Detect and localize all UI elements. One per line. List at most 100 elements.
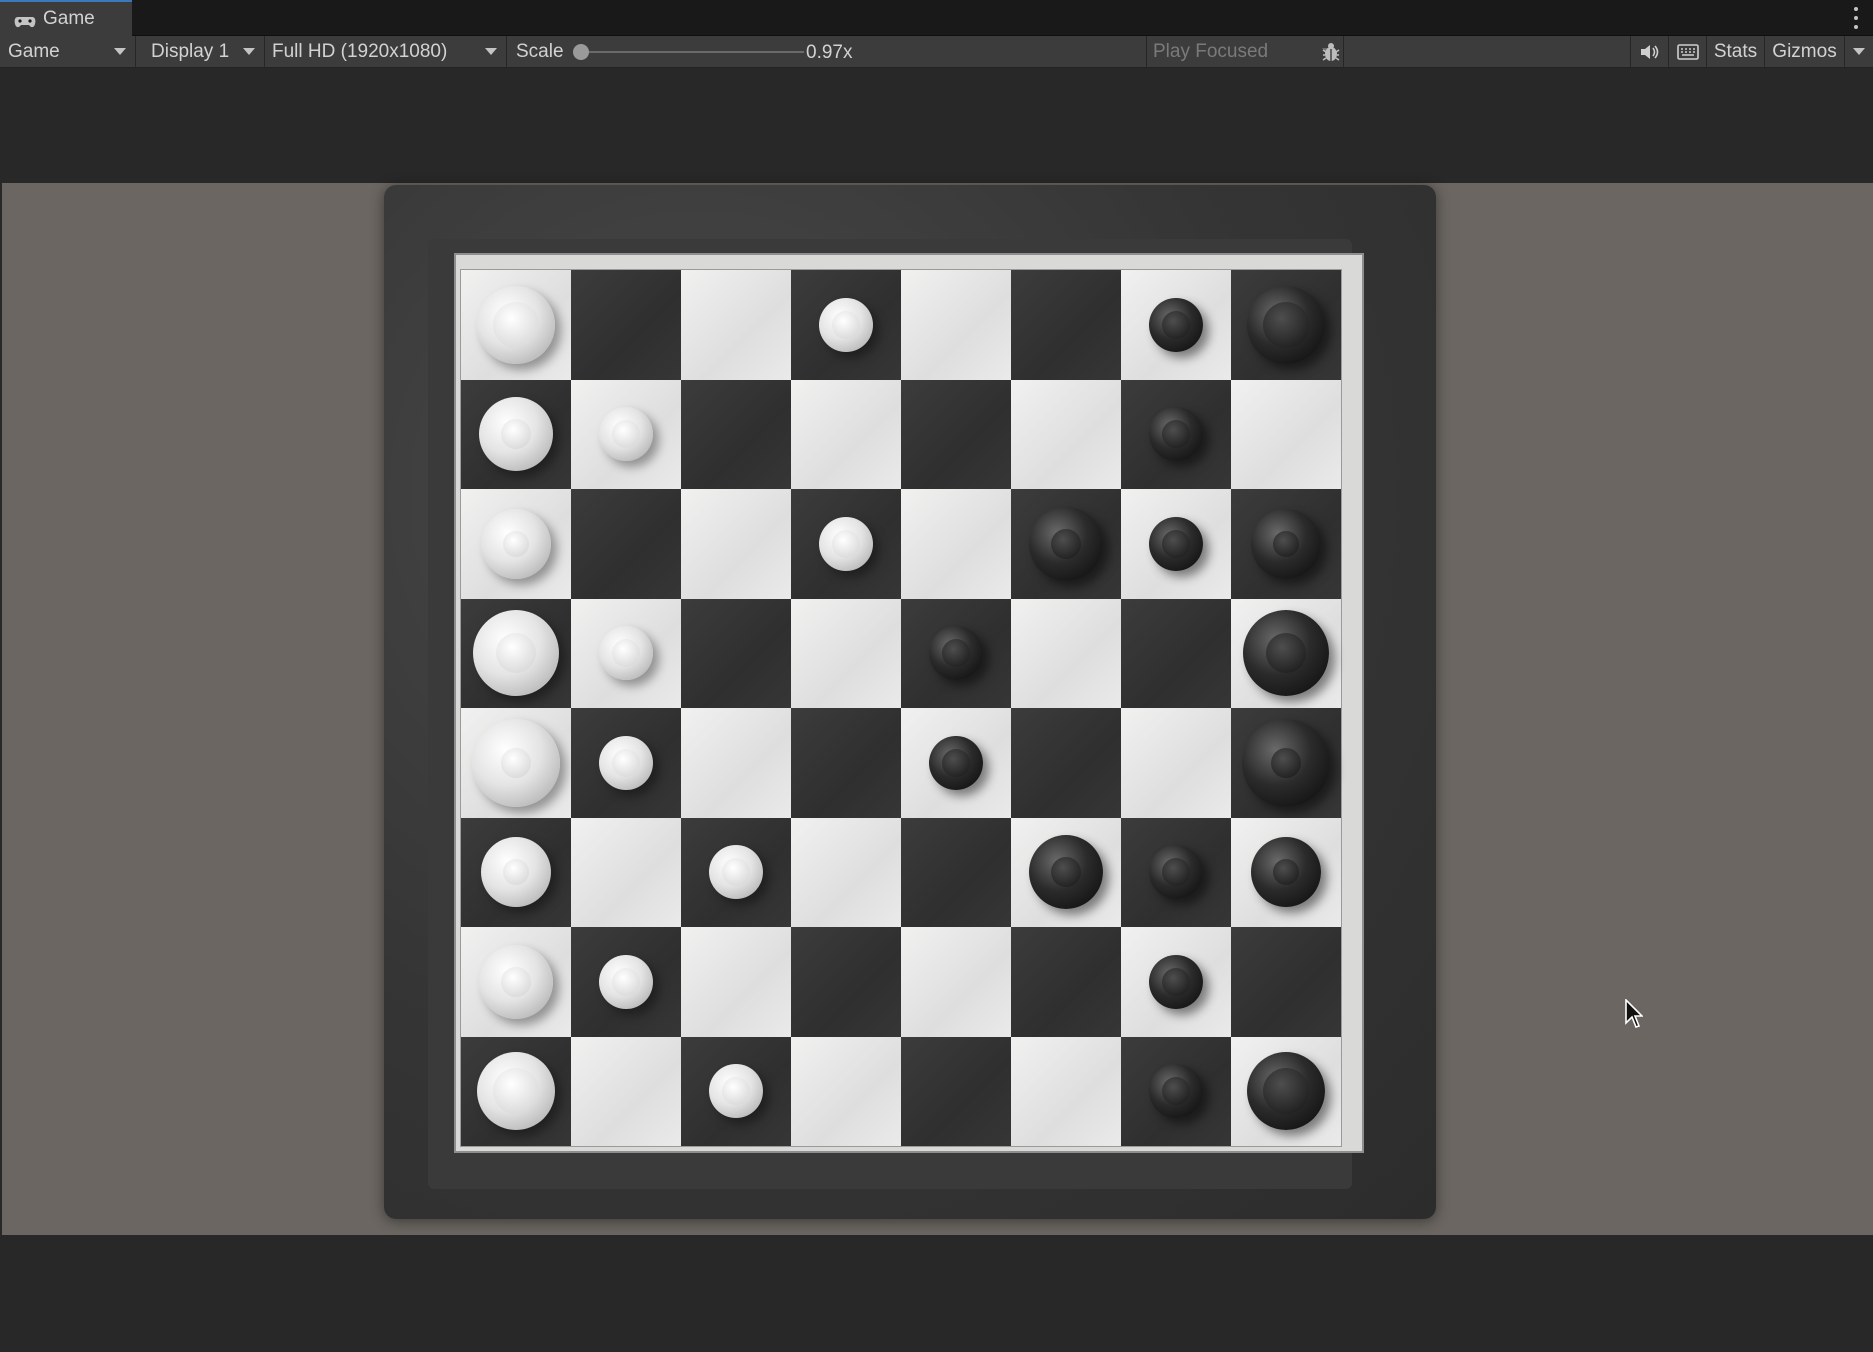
board-square[interactable]: [901, 708, 1011, 818]
board-square[interactable]: [1121, 270, 1231, 380]
board-square[interactable]: [1231, 1036, 1341, 1146]
board-square[interactable]: [1121, 1036, 1231, 1146]
board-square[interactable]: [1011, 817, 1121, 927]
black-pawn-piece[interactable]: [929, 735, 983, 790]
board-square[interactable]: [1231, 270, 1341, 380]
board-square[interactable]: [571, 489, 681, 599]
black-pawn-piece[interactable]: [1149, 516, 1203, 571]
board-square[interactable]: [791, 927, 901, 1037]
board-square[interactable]: [681, 379, 791, 489]
board-square[interactable]: [791, 1036, 901, 1146]
stats-button[interactable]: Stats: [1706, 36, 1764, 67]
black-pawn-piece[interactable]: [1149, 845, 1203, 900]
black-pawn-piece[interactable]: [1149, 297, 1203, 352]
board-square[interactable]: [791, 270, 901, 380]
black-knight-piece[interactable]: [1029, 506, 1103, 581]
game-viewport[interactable]: [2, 183, 1873, 1235]
keyboard-shortcuts-button[interactable]: [1668, 36, 1706, 67]
board-square[interactable]: [571, 1036, 681, 1146]
black-rook-piece[interactable]: [1247, 285, 1325, 364]
black-pawn-piece[interactable]: [929, 626, 983, 681]
resolution-dropdown[interactable]: Full HD (1920x1080): [266, 36, 507, 67]
board-square[interactable]: [681, 489, 791, 599]
board-square[interactable]: [571, 270, 681, 380]
board-square[interactable]: [901, 270, 1011, 380]
white-pawn-piece[interactable]: [599, 407, 653, 462]
board-square[interactable]: [901, 598, 1011, 708]
board-square[interactable]: [901, 489, 1011, 599]
white-pawn-piece[interactable]: [599, 954, 653, 1009]
board-square[interactable]: [1231, 817, 1341, 927]
black-bishop-piece[interactable]: [1251, 508, 1321, 579]
display-dropdown[interactable]: Display 1: [137, 36, 265, 67]
board-square[interactable]: [1231, 379, 1341, 489]
board-square[interactable]: [901, 1036, 1011, 1146]
board-square[interactable]: [681, 708, 791, 818]
board-square[interactable]: [1231, 708, 1341, 818]
board-square[interactable]: [1231, 927, 1341, 1037]
board-square[interactable]: [461, 270, 571, 380]
white-pawn-piece[interactable]: [599, 735, 653, 790]
board-square[interactable]: [1011, 598, 1121, 708]
white-bishop-piece[interactable]: [481, 508, 551, 579]
white-pawn-piece[interactable]: [599, 626, 653, 681]
board-square[interactable]: [681, 1036, 791, 1146]
white-pawn-piece[interactable]: [709, 1064, 763, 1119]
tab-game[interactable]: Game: [0, 0, 132, 36]
white-rook-piece[interactable]: [477, 285, 555, 364]
board-square[interactable]: [1011, 270, 1121, 380]
bug-button[interactable]: [1311, 36, 1351, 67]
board-square[interactable]: [461, 927, 571, 1037]
board-square[interactable]: [1121, 379, 1231, 489]
board-square[interactable]: [461, 1036, 571, 1146]
white-pawn-piece[interactable]: [819, 516, 873, 571]
board-square[interactable]: [571, 927, 681, 1037]
board-square[interactable]: [461, 598, 571, 708]
board-square[interactable]: [571, 708, 681, 818]
board-square[interactable]: [1121, 489, 1231, 599]
white-rook-piece[interactable]: [477, 1052, 555, 1131]
chessboard[interactable]: [460, 269, 1342, 1147]
white-king-piece[interactable]: [472, 718, 560, 807]
board-square[interactable]: [791, 817, 901, 927]
white-queen-piece[interactable]: [473, 610, 559, 697]
board-square[interactable]: [1121, 598, 1231, 708]
black-pawn-piece[interactable]: [1149, 954, 1203, 1009]
board-square[interactable]: [571, 817, 681, 927]
black-knight-piece[interactable]: [1029, 835, 1103, 910]
mute-audio-button[interactable]: [1630, 36, 1668, 67]
white-knight-piece[interactable]: [479, 944, 553, 1019]
white-pawn-piece[interactable]: [819, 297, 873, 352]
board-square[interactable]: [1231, 489, 1341, 599]
board-square[interactable]: [571, 598, 681, 708]
scale-slider-track[interactable]: [580, 51, 804, 53]
board-square[interactable]: [461, 708, 571, 818]
board-square[interactable]: [1011, 379, 1121, 489]
black-pawn-piece[interactable]: [1149, 1064, 1203, 1119]
board-square[interactable]: [681, 270, 791, 380]
board-square[interactable]: [1011, 927, 1121, 1037]
black-pawn-piece[interactable]: [1149, 407, 1203, 462]
white-bishop-piece[interactable]: [481, 837, 551, 908]
black-bishop-piece[interactable]: [1251, 837, 1321, 908]
board-square[interactable]: [681, 817, 791, 927]
gizmos-button[interactable]: Gizmos: [1764, 36, 1844, 67]
board-square[interactable]: [901, 927, 1011, 1037]
board-square[interactable]: [461, 817, 571, 927]
gizmos-menu-dropdown[interactable]: [1844, 36, 1873, 67]
view-mode-dropdown[interactable]: Game: [0, 36, 136, 67]
board-square[interactable]: [791, 598, 901, 708]
board-square[interactable]: [1011, 708, 1121, 818]
board-square[interactable]: [461, 489, 571, 599]
white-pawn-piece[interactable]: [709, 845, 763, 900]
board-square[interactable]: [791, 708, 901, 818]
board-square[interactable]: [1011, 489, 1121, 599]
kebab-menu-icon[interactable]: [1853, 7, 1859, 29]
board-square[interactable]: [681, 927, 791, 1037]
board-square[interactable]: [1121, 927, 1231, 1037]
board-square[interactable]: [791, 489, 901, 599]
black-queen-piece[interactable]: [1243, 610, 1329, 697]
scale-slider-handle[interactable]: [573, 44, 589, 60]
white-knight-piece[interactable]: [479, 397, 553, 472]
board-square[interactable]: [461, 379, 571, 489]
